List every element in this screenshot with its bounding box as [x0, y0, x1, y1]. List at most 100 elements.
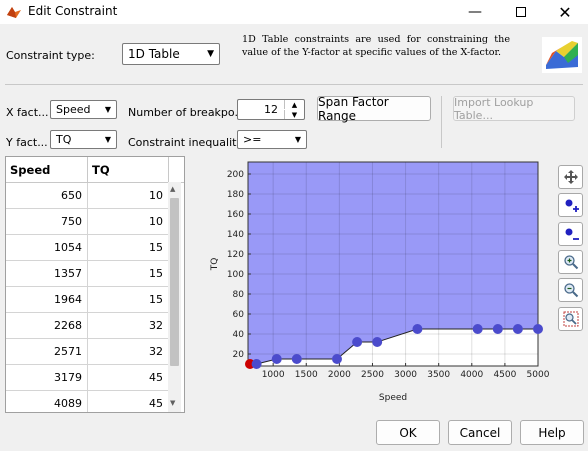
y-tick-label: 180	[227, 190, 244, 200]
constraint-plot[interactable]: 1000 1500 2000 2500 3000 3500 4000 4500 5000 20 40…	[205, 155, 550, 405]
y-tick-label: 40	[233, 330, 245, 340]
table-row[interactable]: 2268 32	[6, 313, 169, 339]
x-tick-label: 3500	[427, 370, 450, 380]
constraint-description: 1D Table constraints are used for constr…	[242, 34, 510, 58]
minimize-icon: —	[468, 4, 482, 20]
x-factor-value: Speed	[56, 103, 91, 116]
close-icon: ✕	[558, 2, 572, 22]
column-header-speed[interactable]: Speed	[6, 157, 88, 183]
zoom-out-button[interactable]	[558, 278, 583, 302]
inequality-dropdown[interactable]: >= ▼	[237, 130, 307, 149]
constraint-type-dropdown[interactable]: 1D Table ▼	[122, 43, 220, 65]
pan-button[interactable]	[558, 165, 583, 189]
breakpoint-marker[interactable]	[271, 354, 282, 364]
cell-tq[interactable]: 45	[88, 365, 169, 391]
table-row[interactable]: 750 10	[6, 209, 169, 235]
cell-speed[interactable]: 2571	[6, 339, 88, 365]
column-header-spacer	[169, 157, 184, 183]
close-button[interactable]: ✕	[542, 0, 588, 24]
remove-point-icon	[565, 228, 579, 240]
scroll-down-icon[interactable]: ▼	[170, 399, 175, 407]
breakpoint-marker[interactable]	[251, 359, 262, 369]
breakpoint-table[interactable]: Speed TQ 650 10 750 10 1054 15 1357 15 1964 15 226…	[5, 156, 185, 413]
import-lookup-table-button[interactable]: Import Lookup Table...	[453, 96, 575, 122]
table-row[interactable]: 2571 32	[6, 339, 169, 365]
cell-speed[interactable]: 750	[6, 209, 88, 235]
table-row[interactable]: 1357 15	[6, 261, 169, 287]
y-tick-label: 80	[233, 290, 245, 300]
x-tick-label: 4500	[493, 370, 516, 380]
breakpoint-marker[interactable]	[412, 324, 423, 334]
cell-tq[interactable]: 32	[88, 313, 169, 339]
cell-tq[interactable]: 32	[88, 339, 169, 365]
cell-tq[interactable]: 10	[88, 183, 169, 209]
cell-speed[interactable]: 1054	[6, 235, 88, 261]
spinner-down-button[interactable]: ▼	[284, 110, 304, 119]
table-scrollbar[interactable]: ▲ ▼	[168, 182, 181, 412]
breakpoint-marker[interactable]	[533, 324, 543, 334]
x-tick-label: 2500	[361, 370, 384, 380]
chevron-up-icon: ▲	[291, 100, 298, 109]
cell-speed[interactable]: 1357	[6, 261, 88, 287]
y-tick-label: 160	[227, 210, 244, 220]
cell-speed[interactable]: 4089	[6, 391, 88, 412]
cell-tq[interactable]: 15	[88, 261, 169, 287]
zoom-reset-icon	[563, 311, 578, 327]
ok-button[interactable]: OK	[376, 420, 440, 445]
scroll-up-icon[interactable]: ▲	[170, 185, 175, 193]
maximize-icon	[516, 7, 526, 17]
breakpoint-marker[interactable]	[291, 354, 302, 364]
y-tick-label: 100	[227, 270, 244, 280]
cell-tq[interactable]: 10	[88, 209, 169, 235]
cell-speed[interactable]: 650	[6, 183, 88, 209]
cell-tq[interactable]: 45	[88, 391, 169, 412]
help-button[interactable]: Help	[520, 420, 584, 445]
add-point-button[interactable]	[558, 193, 583, 217]
breakpoint-marker[interactable]	[352, 337, 363, 347]
x-tick-label: 5000	[527, 370, 550, 380]
cell-speed[interactable]: 2268	[6, 313, 88, 339]
column-header-tq[interactable]: TQ	[88, 157, 169, 183]
breakpoint-marker[interactable]	[472, 324, 483, 334]
breakpoint-marker[interactable]	[331, 354, 342, 364]
table-row[interactable]: 3179 45	[6, 365, 169, 391]
scrollbar-thumb[interactable]	[170, 198, 179, 366]
zoom-in-button[interactable]	[558, 250, 583, 274]
cell-speed[interactable]: 3179	[6, 365, 88, 391]
inequality-value: >=	[243, 133, 262, 146]
separator	[5, 84, 583, 85]
minimize-button[interactable]: —	[452, 0, 498, 24]
zoom-reset-button[interactable]	[558, 307, 583, 331]
remove-point-button[interactable]	[558, 222, 583, 246]
chevron-down-icon: ▼	[104, 135, 111, 144]
pan-icon	[563, 170, 578, 184]
title-bar: Edit Constraint — ✕	[0, 0, 588, 24]
spinner-up-button[interactable]: ▲	[284, 100, 304, 109]
breakpoint-marker[interactable]	[372, 337, 383, 347]
cell-speed[interactable]: 1964	[6, 287, 88, 313]
table-row[interactable]: 650 10	[6, 183, 169, 209]
table-row[interactable]: 1964 15	[6, 287, 169, 313]
x-factor-dropdown[interactable]: Speed ▼	[50, 100, 117, 119]
x-tick-label: 3000	[394, 370, 417, 380]
x-tick-label: 1500	[295, 370, 318, 380]
x-tick-label: 1000	[262, 370, 285, 380]
table-row[interactable]: 4089 45	[6, 391, 169, 412]
x-factor-label: X fact...	[6, 106, 49, 119]
table-row[interactable]: 1054 15	[6, 235, 169, 261]
inequality-label: Constraint inequality:	[128, 136, 246, 149]
breakpoint-marker[interactable]	[512, 324, 523, 334]
matlab-icon	[7, 7, 21, 18]
y-tick-label: 200	[227, 170, 244, 180]
y-tick-label: 140	[227, 230, 244, 240]
breakpoint-marker[interactable]	[492, 324, 503, 334]
y-factor-label: Y fact...	[6, 136, 48, 149]
maximize-button[interactable]	[498, 0, 544, 24]
cell-tq[interactable]: 15	[88, 235, 169, 261]
span-factor-range-button[interactable]: Span Factor Range	[317, 95, 431, 123]
cancel-button[interactable]: Cancel	[448, 420, 512, 445]
cell-tq[interactable]: 15	[88, 287, 169, 313]
y-factor-dropdown[interactable]: TQ ▼	[50, 130, 117, 149]
window-title: Edit Constraint	[28, 4, 118, 18]
zoom-in-icon	[563, 255, 578, 270]
